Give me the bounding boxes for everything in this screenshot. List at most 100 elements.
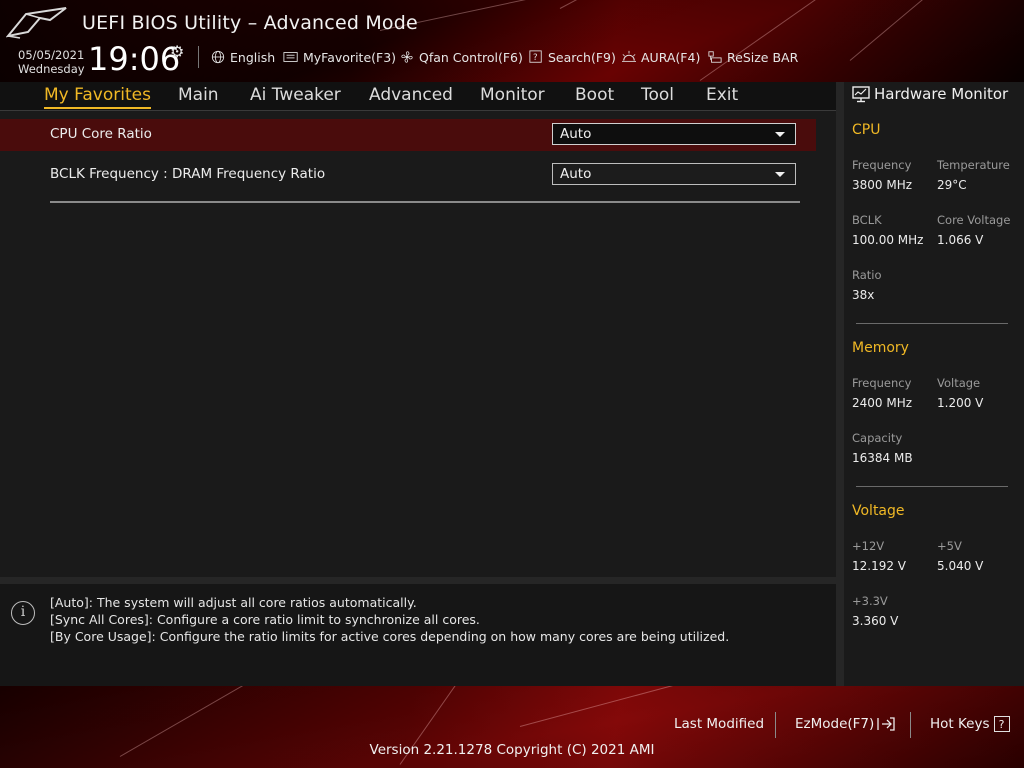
rog-logo-icon [6, 7, 67, 39]
bclk-value: 100.00 MHz [852, 233, 924, 247]
tab-ai-tweaker[interactable]: Ai Tweaker [250, 85, 341, 105]
myfavorite-button[interactable]: MyFavorite(F3) [283, 48, 396, 66]
bclk-dram-ratio-dropdown[interactable]: Auto [552, 163, 796, 185]
hot-keys-label: Hot Keys [930, 716, 990, 732]
version-text: Version 2.21.1278 Copyright (C) 2021 AMI [369, 742, 655, 758]
resize-bar-label: ReSize BAR [727, 49, 799, 65]
favorite-icon [283, 52, 298, 62]
language-label: English [230, 49, 276, 65]
footer-bar: Last Modified EzMode(F7) Hot Keys ? Vers… [0, 686, 1024, 768]
monitor-icon [852, 85, 870, 102]
cpu-frequency-label: Frequency [852, 158, 912, 172]
tab-monitor[interactable]: Monitor [480, 85, 545, 105]
v12-value: 12.192 V [852, 559, 907, 573]
day-text: Wednesday [18, 62, 85, 76]
qfan-button[interactable]: Qfan Control(F6) [399, 48, 523, 66]
voltage-heading: Voltage [852, 503, 905, 519]
aura-label: AURA(F4) [641, 49, 701, 65]
tab-my-favorites[interactable]: My Favorites [44, 85, 151, 109]
hardware-monitor-header: Hardware Monitor [852, 85, 1008, 103]
v33-value: 3.360 V [852, 614, 899, 628]
last-modified-button[interactable]: Last Modified [674, 716, 764, 732]
ratio-label: Ratio [852, 268, 882, 282]
language-button[interactable]: English [210, 48, 275, 66]
dropdown-value: Auto [560, 126, 592, 142]
setting-row-bclk-dram-ratio[interactable]: BCLK Frequency : DRAM Frequency Ratio Au… [0, 159, 816, 191]
memory-frequency-value: 2400 MHz [852, 396, 913, 410]
setting-label: BCLK Frequency : DRAM Frequency Ratio [50, 166, 326, 182]
exit-arrow-icon [877, 717, 895, 731]
divider [910, 712, 911, 738]
v33-label: +3.3V [852, 594, 888, 608]
bclk-label: BCLK [852, 213, 882, 227]
clock-display: 19:06 [88, 40, 181, 78]
divider [50, 201, 800, 203]
cpu-heading: CPU [852, 122, 881, 138]
search-icon: ? [529, 50, 542, 63]
cpu-frequency-value: 3800 MHz [852, 178, 913, 192]
qfan-label: Qfan Control(F6) [419, 49, 523, 65]
memory-voltage-label: Voltage [937, 376, 981, 390]
capacity-label: Capacity [852, 431, 903, 445]
resize-bar-button[interactable]: ReSize BAR [707, 48, 798, 66]
core-voltage-label: Core Voltage [937, 213, 1011, 227]
divider [856, 323, 1008, 324]
setting-row-cpu-core-ratio[interactable]: CPU Core Ratio Auto [0, 119, 816, 151]
help-text-line: [Auto]: The system will adjust all core … [50, 595, 417, 610]
gear-icon[interactable]: ⚙ [170, 42, 184, 61]
fan-icon [401, 51, 413, 63]
divider [198, 46, 199, 68]
cpu-core-ratio-dropdown[interactable]: Auto [552, 123, 796, 145]
capacity-value: 16384 MB [852, 451, 913, 465]
help-text-line: [By Core Usage]: Configure the ratio lim… [50, 629, 730, 644]
help-text-line: [Sync All Cores]: Configure a core ratio… [50, 612, 480, 627]
chevron-down-icon [775, 132, 785, 137]
hot-keys-button[interactable]: Hot Keys ? [930, 716, 1010, 732]
chevron-down-icon [775, 172, 785, 177]
info-icon: i [11, 601, 35, 625]
help-key-icon: ? [993, 716, 1010, 732]
divider [775, 712, 776, 738]
ezmode-button[interactable]: EzMode(F7) [795, 716, 896, 732]
settings-panel: CPU Core Ratio Auto BCLK Frequency : DRA… [0, 111, 836, 577]
tab-exit[interactable]: Exit [706, 85, 738, 105]
tab-boot[interactable]: Boot [575, 85, 614, 105]
globe-icon [211, 50, 225, 64]
header-bar: UEFI BIOS Utility – Advanced Mode 05/05/… [0, 0, 1024, 82]
tab-main[interactable]: Main [178, 85, 219, 105]
aura-button[interactable]: AURA(F4) [621, 48, 700, 66]
aura-icon [622, 50, 636, 62]
setting-label: CPU Core Ratio [50, 126, 152, 142]
decor-streak [699, 0, 914, 81]
memory-voltage-value: 1.200 V [937, 396, 984, 410]
hardware-monitor-panel: Hardware Monitor CPU Frequency 3800 MHz … [844, 82, 1024, 686]
decor-streak [849, 0, 1004, 61]
tab-advanced[interactable]: Advanced [369, 85, 453, 105]
divider [836, 82, 844, 686]
resize-bar-icon [708, 51, 722, 63]
page-title: UEFI BIOS Utility – Advanced Mode [82, 12, 418, 34]
cpu-temperature-value: 29°C [937, 178, 967, 192]
myfavorite-label: MyFavorite(F3) [303, 49, 397, 65]
search-button[interactable]: ? Search(F9) [528, 48, 616, 66]
date-display: 05/05/2021 Wednesday [18, 48, 85, 76]
v5-label: +5V [937, 539, 962, 553]
v5-value: 5.040 V [937, 559, 984, 573]
search-label: Search(F9) [548, 49, 616, 65]
dropdown-value: Auto [560, 166, 592, 182]
ezmode-label: EzMode(F7) [795, 716, 875, 732]
ratio-value: 38x [852, 288, 875, 302]
memory-heading: Memory [852, 340, 909, 356]
divider [856, 486, 1008, 487]
core-voltage-value: 1.066 V [937, 233, 984, 247]
memory-frequency-label: Frequency [852, 376, 912, 390]
svg-text:?: ? [533, 53, 538, 63]
decor-streak [559, 0, 826, 9]
divider [0, 577, 836, 584]
date-text: 05/05/2021 [18, 48, 85, 62]
tab-tool[interactable]: Tool [641, 85, 674, 105]
v12-label: +12V [852, 539, 885, 553]
main-tabs: My Favorites Main Ai Tweaker Advanced Mo… [0, 82, 836, 111]
cpu-temperature-label: Temperature [937, 158, 1010, 172]
help-panel: i [Auto]: The system will adjust all cor… [0, 584, 836, 686]
